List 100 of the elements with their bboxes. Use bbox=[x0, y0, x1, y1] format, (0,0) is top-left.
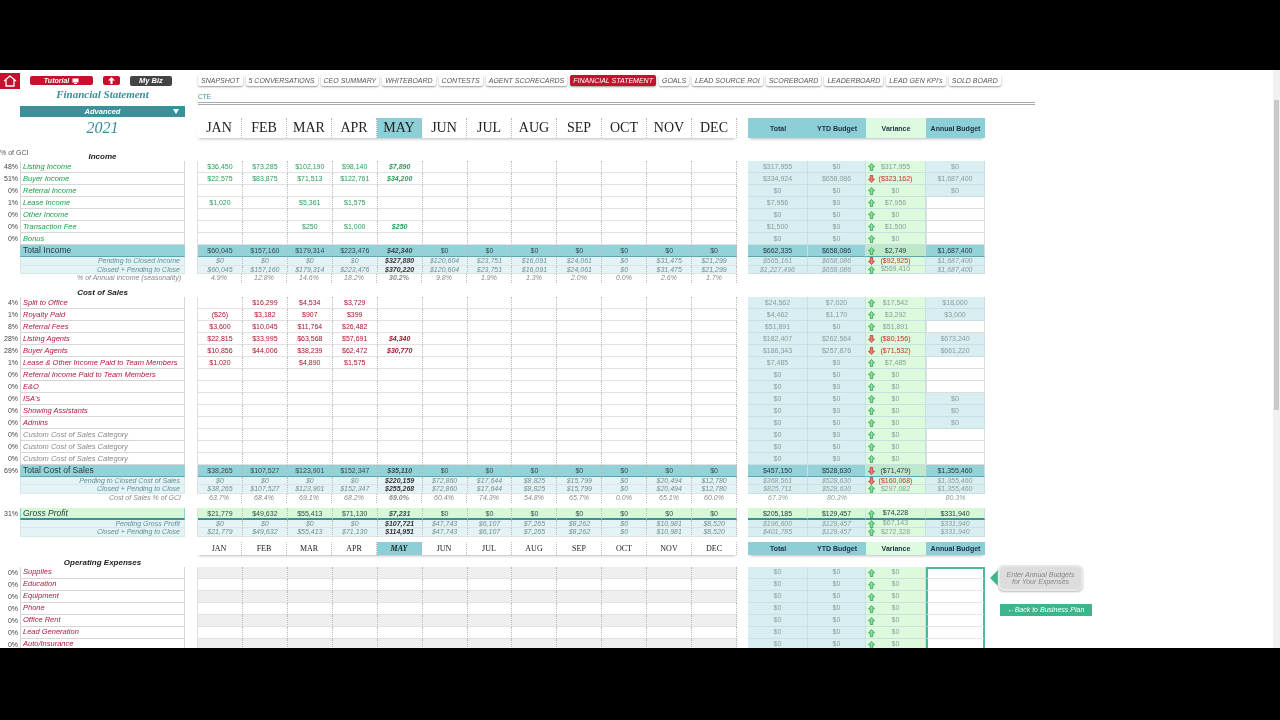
empty-cell bbox=[602, 209, 648, 221]
empty-cell bbox=[647, 320, 693, 333]
empty-cell bbox=[647, 368, 693, 381]
empty-cell bbox=[602, 185, 648, 197]
empty-cell bbox=[512, 308, 558, 321]
empty-cell bbox=[602, 416, 648, 429]
empty-cell bbox=[602, 332, 648, 345]
budget-input-field[interactable] bbox=[926, 566, 985, 579]
empty-cell bbox=[692, 173, 738, 185]
empty-cell bbox=[332, 368, 378, 381]
empty-cell bbox=[422, 320, 468, 333]
empty-cell bbox=[422, 221, 468, 233]
month-header[interactable]: NOV bbox=[647, 118, 692, 138]
up-button[interactable] bbox=[103, 76, 120, 85]
home-button[interactable] bbox=[0, 72, 20, 89]
empty-cell bbox=[602, 356, 648, 369]
month-header[interactable]: AUG bbox=[512, 541, 557, 555]
month-header[interactable]: JAN bbox=[197, 541, 242, 555]
month-header[interactable]: DEC bbox=[692, 118, 737, 138]
month-header[interactable]: JUL bbox=[467, 541, 512, 555]
empty-cell bbox=[692, 221, 738, 233]
month-header[interactable]: NOV bbox=[647, 541, 692, 555]
row-label: Total Income bbox=[20, 245, 185, 257]
month-header[interactable]: FEB bbox=[242, 541, 287, 555]
empty-cell bbox=[692, 296, 738, 309]
empty-cell bbox=[242, 368, 288, 381]
month-header[interactable]: DEC bbox=[692, 541, 737, 555]
empty-cell bbox=[692, 320, 738, 333]
empty-cell bbox=[377, 197, 423, 209]
empty-cell bbox=[647, 197, 693, 209]
empty-cell bbox=[557, 221, 603, 233]
empty-cell bbox=[467, 332, 513, 345]
empty-cell bbox=[647, 380, 693, 393]
month-header[interactable]: FEB bbox=[242, 118, 287, 138]
month-header[interactable]: SEP bbox=[557, 541, 602, 555]
empty-cell bbox=[692, 452, 738, 465]
empty-cell bbox=[557, 380, 603, 393]
empty-cell bbox=[332, 185, 378, 197]
empty-cell bbox=[377, 416, 423, 429]
empty-cell bbox=[602, 221, 648, 233]
empty-cell bbox=[242, 185, 288, 197]
empty-cell bbox=[332, 452, 378, 465]
empty-cell bbox=[377, 296, 423, 309]
empty-cell bbox=[332, 380, 378, 393]
up-arrow-icon bbox=[108, 77, 115, 84]
empty-cell bbox=[377, 320, 423, 333]
month-header[interactable]: JUL bbox=[467, 118, 512, 138]
month-header[interactable]: JUN bbox=[422, 118, 467, 138]
empty-cell bbox=[377, 356, 423, 369]
empty-cell bbox=[287, 428, 333, 441]
empty-cell bbox=[602, 344, 648, 357]
empty-cell bbox=[602, 440, 648, 453]
empty-cell bbox=[377, 428, 423, 441]
month-header[interactable]: OCT bbox=[602, 541, 647, 555]
empty-cell bbox=[377, 380, 423, 393]
empty-cell bbox=[557, 428, 603, 441]
empty-cell bbox=[512, 452, 558, 465]
empty-cell bbox=[422, 404, 468, 417]
empty-cell bbox=[422, 416, 468, 429]
empty-cell bbox=[467, 368, 513, 381]
empty-cell bbox=[287, 404, 333, 417]
budget-input-field[interactable] bbox=[926, 638, 985, 648]
empty-cell bbox=[647, 161, 693, 173]
empty-cell bbox=[512, 161, 558, 173]
empty-cell bbox=[602, 452, 648, 465]
empty-cell bbox=[557, 308, 603, 321]
empty-cell bbox=[422, 392, 468, 405]
empty-cell bbox=[602, 197, 648, 209]
empty-cell bbox=[467, 185, 513, 197]
empty-cell bbox=[512, 368, 558, 381]
empty-cell bbox=[467, 380, 513, 393]
month-header[interactable]: JUN bbox=[422, 541, 467, 555]
empty-cell bbox=[242, 392, 288, 405]
empty-cell bbox=[377, 440, 423, 453]
empty-cell bbox=[287, 416, 333, 429]
month-header[interactable]: MAY bbox=[377, 541, 422, 555]
empty-cell bbox=[242, 404, 288, 417]
empty-cell bbox=[422, 197, 468, 209]
month-header[interactable]: MAR bbox=[287, 118, 332, 138]
empty-cell bbox=[287, 209, 333, 221]
empty-cell bbox=[692, 416, 738, 429]
empty-cell bbox=[692, 209, 738, 221]
empty-cell bbox=[332, 416, 378, 429]
section-title: Operating Expenses bbox=[62, 557, 143, 567]
empty-cell bbox=[692, 332, 738, 345]
month-header[interactable]: AUG bbox=[512, 118, 557, 138]
empty-cell bbox=[647, 209, 693, 221]
month-header[interactable]: OCT bbox=[602, 118, 647, 138]
empty-cell bbox=[647, 440, 693, 453]
empty-cell bbox=[557, 344, 603, 357]
empty-cell bbox=[602, 380, 648, 393]
empty-cell bbox=[512, 320, 558, 333]
empty-cell bbox=[557, 173, 603, 185]
empty-cell bbox=[242, 428, 288, 441]
month-header[interactable]: JAN bbox=[197, 118, 242, 138]
month-header[interactable]: MAR bbox=[287, 541, 332, 555]
scrollbar[interactable] bbox=[1273, 70, 1280, 648]
empty-cell bbox=[602, 320, 648, 333]
month-header[interactable]: MAY bbox=[377, 118, 422, 138]
month-header[interactable]: SEP bbox=[557, 118, 602, 138]
